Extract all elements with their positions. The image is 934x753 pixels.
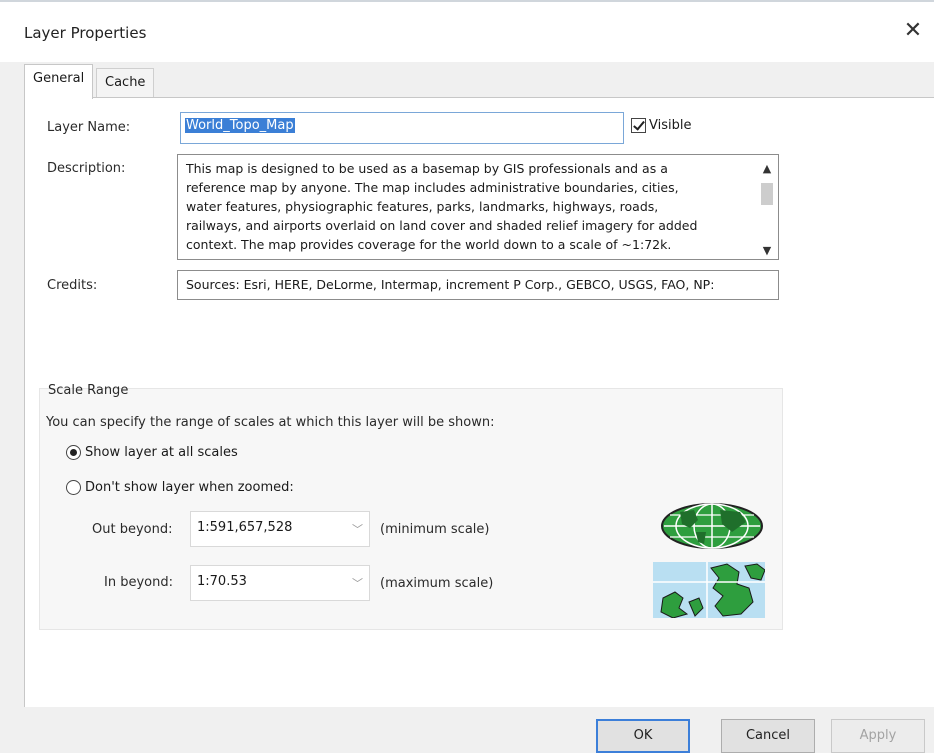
radio-unselected-icon <box>66 480 81 495</box>
radio-dont-show-zoomed[interactable]: Don't show layer when zoomed: <box>66 480 294 495</box>
layer-properties-dialog: Layer Properties ✕ General Cache Layer N… <box>0 0 934 753</box>
in-beyond-value: 1:70.53 <box>197 574 247 589</box>
visible-label: Visible <box>649 118 692 133</box>
description-line: railways, and airports overlaid on land … <box>186 218 698 233</box>
description-textarea[interactable]: This map is designed to be used as a bas… <box>177 154 779 260</box>
description-line: water features, physiographic features, … <box>186 199 659 214</box>
description-label: Description: <box>47 161 126 176</box>
in-beyond-label: In beyond: <box>104 575 173 590</box>
general-panel: Layer Name: World_Topo_Map Visible Descr… <box>24 97 934 708</box>
dialog-title: Layer Properties <box>24 24 147 42</box>
scroll-up-icon[interactable]: ▲ <box>758 159 776 175</box>
checkbox-checked-icon <box>631 118 646 133</box>
layer-name-value: World_Topo_Map <box>185 118 295 133</box>
scale-range-group: Scale Range You can specify the range of… <box>39 383 783 630</box>
minimum-scale-note: (minimum scale) <box>380 522 490 537</box>
close-icon[interactable]: ✕ <box>898 16 928 46</box>
out-beyond-value: 1:591,657,528 <box>197 520 293 535</box>
title-bar: Layer Properties ✕ <box>0 0 934 62</box>
layer-name-input[interactable]: World_Topo_Map <box>180 112 624 144</box>
radio-show-all-label: Show layer at all scales <box>85 445 238 460</box>
cancel-button[interactable]: Cancel <box>721 719 815 753</box>
visible-checkbox[interactable]: Visible <box>631 118 691 133</box>
credits-input[interactable]: Sources: Esri, HERE, DeLorme, Intermap, … <box>177 270 779 300</box>
radio-dont-show-label: Don't show layer when zoomed: <box>85 480 294 495</box>
world-globe-icon <box>661 503 763 549</box>
description-line: This map is designed to be used as a bas… <box>186 161 668 176</box>
button-bar: OK Cancel Apply <box>0 707 934 753</box>
in-beyond-combo[interactable]: 1:70.53 ﹀ <box>190 565 370 601</box>
zoomed-map-icon <box>653 562 765 618</box>
apply-button[interactable]: Apply <box>831 719 925 753</box>
description-scrollbar[interactable]: ▲ ▼ <box>758 157 776 257</box>
tab-cache[interactable]: Cache <box>96 68 155 97</box>
chevron-down-icon: ﹀ <box>352 577 363 590</box>
radio-selected-icon <box>66 445 81 460</box>
radio-show-all-scales[interactable]: Show layer at all scales <box>66 445 238 460</box>
out-beyond-combo[interactable]: 1:591,657,528 ﹀ <box>190 511 370 547</box>
out-beyond-label: Out beyond: <box>92 522 173 537</box>
tab-general[interactable]: General <box>24 64 94 99</box>
layer-name-label: Layer Name: <box>47 120 131 135</box>
chevron-down-icon: ﹀ <box>352 523 363 536</box>
credits-label: Credits: <box>47 278 98 293</box>
scale-range-title: Scale Range <box>48 383 129 398</box>
scale-range-intro: You can specify the range of scales at w… <box>46 415 495 430</box>
maximum-scale-note: (maximum scale) <box>380 576 494 591</box>
ok-button[interactable]: OK <box>596 719 690 753</box>
description-line: reference map by anyone. The map include… <box>186 180 679 195</box>
scroll-down-icon[interactable]: ▼ <box>758 241 776 257</box>
description-line: context. The map provides coverage for t… <box>186 237 672 252</box>
scroll-thumb[interactable] <box>761 183 773 205</box>
